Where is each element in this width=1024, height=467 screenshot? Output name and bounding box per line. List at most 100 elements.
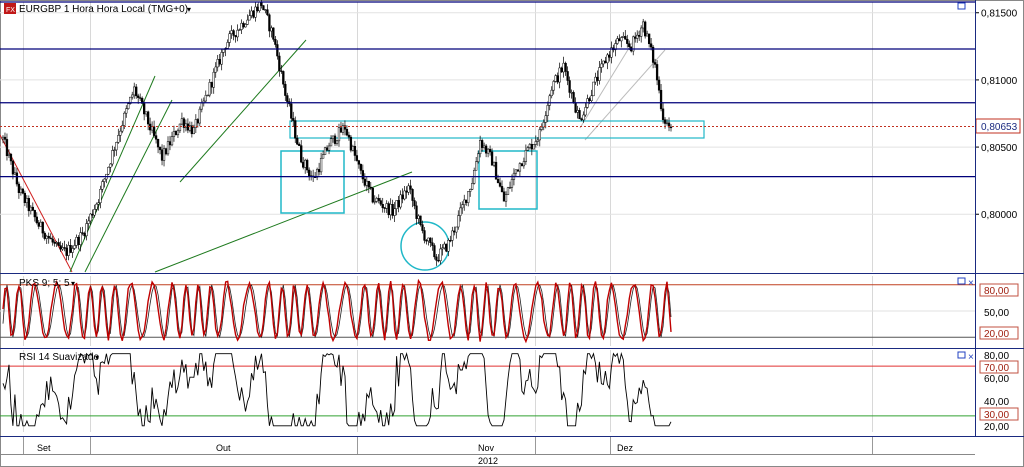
- candle-body: [375, 198, 378, 202]
- candle-body: [131, 94, 134, 98]
- candle-body: [459, 207, 462, 216]
- candle-body: [636, 34, 639, 39]
- candle-body: [21, 188, 25, 194]
- candle-body: [530, 143, 533, 150]
- candle-body: [53, 241, 56, 244]
- candle-body: [657, 79, 661, 91]
- candle-body: [240, 22, 243, 30]
- candle-body: [91, 213, 94, 216]
- candle-body: [588, 98, 591, 101]
- candle-body: [663, 119, 667, 124]
- candle-body: [624, 36, 627, 40]
- candle-body: [113, 149, 116, 151]
- candle-body: [655, 64, 659, 81]
- trading-chart: FX EURGBP 1 Hora Hora Local (TMG+0) ▾ 0,…: [0, 0, 1024, 467]
- candle-body: [89, 213, 92, 222]
- candle-body: [463, 199, 466, 206]
- candle-body: [264, 9, 267, 11]
- candle-body: [618, 38, 621, 42]
- candle-body: [540, 126, 543, 130]
- candle-body: [158, 146, 162, 151]
- candle-body: [306, 159, 309, 171]
- main-title-dropdown-icon[interactable]: ▾: [187, 5, 191, 14]
- candle-body: [331, 135, 335, 139]
- candle-body: [304, 159, 307, 168]
- candle-body: [566, 71, 569, 81]
- candle-body: [506, 187, 510, 195]
- candle-body: [628, 43, 631, 48]
- candle-body: [95, 203, 98, 210]
- candle-body: [355, 155, 359, 161]
- candle-body: [516, 169, 520, 172]
- pks-dropdown-icon[interactable]: ▾: [71, 279, 75, 288]
- candle-body: [39, 221, 42, 227]
- candle-body: [653, 62, 657, 65]
- candle-body: [222, 49, 225, 53]
- candle-body: [522, 161, 526, 167]
- candle-body: [482, 145, 486, 148]
- candle-body: [647, 33, 651, 44]
- candle-body: [276, 44, 279, 57]
- candle-body: [160, 149, 164, 161]
- candle-body: [606, 54, 609, 64]
- candle-body: [71, 248, 74, 253]
- current-price-label: 0,80653: [981, 122, 1018, 133]
- candle-body: [532, 144, 535, 150]
- candle-body: [556, 75, 559, 83]
- candle-body: [298, 143, 301, 146]
- candle-body: [59, 245, 62, 250]
- candle-body: [99, 188, 102, 203]
- candle-body: [443, 243, 446, 249]
- rsi-tick-label: 40,00: [984, 397, 1009, 408]
- main-title: EURGBP 1 Hora Hora Local (TMG+0): [19, 4, 188, 15]
- candle-body: [461, 204, 464, 209]
- candle-body: [170, 136, 174, 146]
- candle-body: [152, 126, 156, 136]
- candle-body: [365, 180, 368, 186]
- candle-body: [640, 27, 643, 37]
- candle-body: [296, 137, 299, 145]
- candle-body: [61, 247, 64, 250]
- candle-body: [146, 111, 150, 125]
- candle-body: [176, 130, 180, 136]
- candle-body: [252, 10, 255, 18]
- candle-body: [439, 248, 442, 262]
- candle-body: [232, 30, 235, 36]
- rsi-dropdown-icon[interactable]: ▾: [95, 353, 99, 362]
- candle-body: [502, 191, 506, 202]
- candle-body: [278, 55, 281, 72]
- candle-body: [254, 6, 257, 18]
- candle-body: [164, 148, 168, 155]
- candle-body: [455, 226, 458, 233]
- pks-close-icon[interactable]: ×: [968, 278, 974, 289]
- candle-body: [127, 103, 130, 109]
- candle-body: [524, 150, 528, 162]
- candle-body: [457, 215, 460, 228]
- candle-body: [347, 134, 351, 138]
- candle-body: [178, 123, 182, 132]
- candle-body: [626, 38, 629, 44]
- candle-body: [242, 22, 245, 28]
- candle-body: [204, 95, 207, 102]
- candle-body: [661, 108, 665, 120]
- candle-body: [144, 111, 148, 115]
- candle-body: [399, 194, 402, 208]
- candle-body: [437, 260, 440, 262]
- candle-body: [9, 153, 13, 162]
- rsi-close-icon[interactable]: ×: [968, 352, 974, 363]
- candle-body: [574, 102, 577, 113]
- candle-body: [317, 169, 321, 173]
- candle-body: [51, 238, 54, 243]
- candle-body: [371, 187, 374, 203]
- candle-body: [302, 161, 305, 168]
- candle-body: [616, 38, 619, 44]
- candle-body: [117, 135, 120, 143]
- candle-body: [572, 92, 575, 103]
- candle-body: [83, 233, 86, 237]
- candle-body: [580, 118, 583, 121]
- candle-body: [520, 163, 524, 167]
- candle-body: [518, 163, 522, 172]
- candle-body: [367, 180, 370, 188]
- month-label-nov: Nov: [478, 443, 495, 453]
- candle-body: [669, 126, 673, 129]
